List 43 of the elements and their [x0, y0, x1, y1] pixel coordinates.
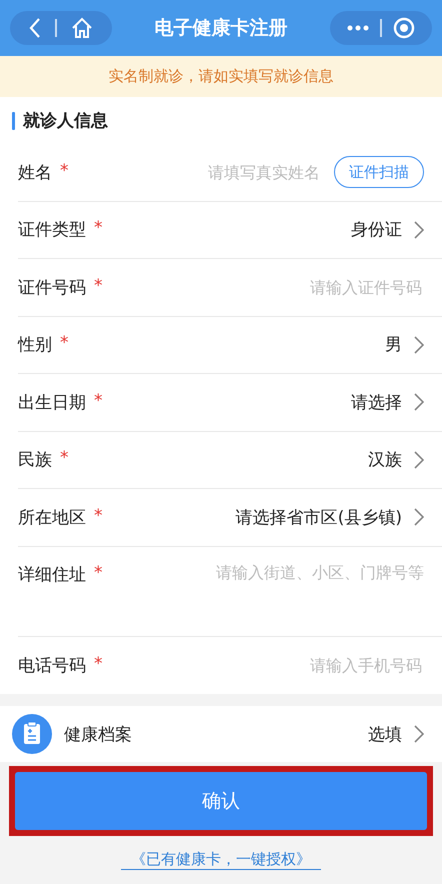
input-field[interactable]: 请输入手机号码	[108, 654, 424, 676]
chevron-icon	[414, 508, 424, 526]
page-title: 电子健康卡注册	[154, 16, 288, 41]
notice-banner: 实名制就诊，请如实填写就诊信息	[0, 56, 442, 97]
field-label: 出生日期	[18, 392, 86, 414]
health-record-value[interactable]: 选填	[368, 722, 402, 746]
authorize-link[interactable]: 《已有健康卡，一键授权》	[121, 850, 321, 870]
required-mark: *	[94, 276, 102, 298]
health-record-label: 健康档案	[64, 724, 132, 746]
chevron-icon	[414, 725, 424, 743]
back-icon[interactable]	[28, 17, 42, 39]
section-marker	[12, 112, 15, 130]
select-value[interactable]: 汉族	[368, 448, 402, 472]
field-label: 姓名	[18, 162, 52, 184]
home-icon[interactable]	[70, 16, 94, 40]
chevron-icon	[414, 336, 424, 354]
select-value[interactable]: 身份证	[351, 218, 402, 242]
chevron-icon	[414, 220, 424, 239]
field-label: 电话号码	[18, 654, 86, 677]
chevron-icon	[414, 450, 424, 469]
chevron-icon	[414, 393, 424, 412]
field-label: 证件类型	[18, 219, 86, 242]
section-title: 就诊人信息	[23, 110, 108, 132]
field-label: 性别	[18, 334, 52, 356]
field-label: 详细住址	[18, 564, 86, 586]
select-value[interactable]: 请选择	[351, 390, 402, 414]
select-value[interactable]: 男	[385, 333, 402, 356]
select-value[interactable]: 请选择省市区(县乡镇)	[236, 506, 402, 529]
required-mark: *	[94, 218, 102, 240]
required-mark: *	[94, 562, 102, 584]
input-field[interactable]: 请输入证件号码	[108, 276, 424, 298]
clipboard-icon	[12, 714, 52, 754]
field-label: 所在地区	[18, 506, 86, 529]
field-label: 证件号码	[18, 276, 86, 299]
required-mark: *	[94, 390, 102, 413]
required-mark: *	[60, 160, 68, 183]
required-mark: *	[94, 654, 102, 676]
more-icon[interactable]	[347, 25, 370, 31]
required-mark: *	[60, 448, 68, 470]
required-mark: *	[60, 333, 68, 356]
input-field[interactable]: 请填写真实姓名	[74, 162, 322, 183]
field-label: 民族	[18, 449, 52, 472]
required-mark: *	[94, 506, 102, 528]
